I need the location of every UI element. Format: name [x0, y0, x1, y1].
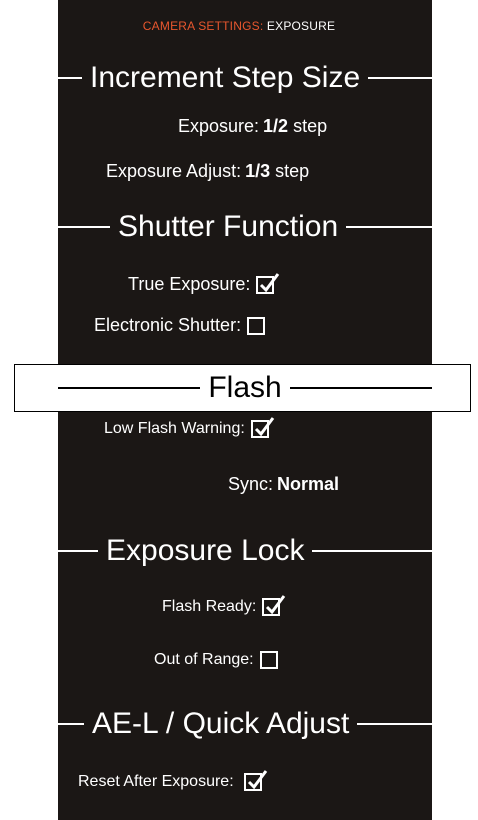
title-page: EXPOSURE — [266, 19, 336, 33]
electronic-shutter-label: Electronic Shutter: — [94, 315, 242, 335]
true-exposure-row[interactable]: True Exposure: — [128, 272, 280, 295]
flash-ready-row[interactable]: Flash Ready: — [162, 595, 286, 616]
divider-line — [346, 226, 432, 228]
section-shutter-title: Shutter Function — [118, 210, 339, 243]
section-shutter-header: Shutter Function — [58, 207, 432, 247]
section-increment-header: Increment Step Size — [58, 58, 432, 98]
reset-after-exposure-checkbox[interactable] — [243, 770, 267, 791]
exposure-adjust-row[interactable]: Exposure Adjust: 1/3 step — [106, 161, 309, 182]
sync-label: Sync: — [228, 474, 274, 494]
electronic-shutter-row[interactable]: Electronic Shutter: — [94, 315, 266, 336]
title-accent: CAMERA SETTINGS: — [142, 19, 264, 33]
sync-row[interactable]: Sync: Normal — [228, 474, 339, 495]
section-ae-l-header: AE-L / Quick Adjust — [58, 704, 432, 744]
divider-line — [58, 77, 82, 79]
section-increment-title: Increment Step Size — [90, 61, 361, 94]
exposure-step-row[interactable]: Exposure: 1/2 step — [178, 116, 327, 137]
sync-value[interactable]: Normal — [277, 474, 339, 495]
out-of-range-checkbox[interactable] — [259, 651, 278, 669]
reset-after-exposure-row[interactable]: Reset After Exposure: — [78, 770, 267, 791]
divider-line — [312, 550, 432, 552]
out-of-range-label: Out of Range: — [154, 651, 254, 668]
divider-line — [289, 387, 433, 389]
low-flash-warning-checkbox[interactable] — [250, 417, 274, 438]
section-exposure-lock-header: Exposure Lock — [58, 531, 432, 571]
low-flash-warning-row[interactable]: Low Flash Warning: — [104, 417, 274, 438]
checkmark-icon — [266, 595, 286, 615]
section-flash-title: Flash — [208, 371, 282, 404]
exposure-adjust-label: Exposure Adjust: — [106, 161, 242, 181]
flash-ready-label: Flash Ready: — [162, 598, 257, 615]
section-flash-header: Flash — [58, 368, 433, 408]
divider-line — [368, 77, 432, 79]
exposure-step-value[interactable]: 1/2 step — [263, 116, 327, 137]
reset-after-exposure-label: Reset After Exposure: — [78, 773, 234, 790]
divider-line — [357, 723, 432, 725]
exposure-step-label: Exposure: — [178, 116, 260, 136]
true-exposure-label: True Exposure: — [128, 274, 251, 294]
flash-ready-checkbox[interactable] — [262, 595, 286, 616]
section-exposure-lock-title: Exposure Lock — [106, 534, 305, 567]
low-flash-warning-label: Low Flash Warning: — [104, 420, 245, 437]
out-of-range-row[interactable]: Out of Range: — [154, 651, 278, 669]
checkmark-icon — [247, 770, 267, 790]
divider-line — [58, 226, 110, 228]
section-ae-l-title: AE-L / Quick Adjust — [92, 707, 350, 740]
divider-line — [58, 387, 201, 389]
page-title: CAMERA SETTINGS: EXPOSURE — [0, 19, 478, 33]
exposure-adjust-value[interactable]: 1/3 step — [245, 161, 309, 182]
true-exposure-checkbox[interactable] — [256, 272, 280, 294]
divider-line — [58, 550, 98, 552]
checkmark-icon — [254, 417, 274, 437]
checkmark-icon — [260, 272, 280, 292]
divider-line — [58, 723, 84, 725]
electronic-shutter-checkbox[interactable] — [247, 316, 266, 335]
